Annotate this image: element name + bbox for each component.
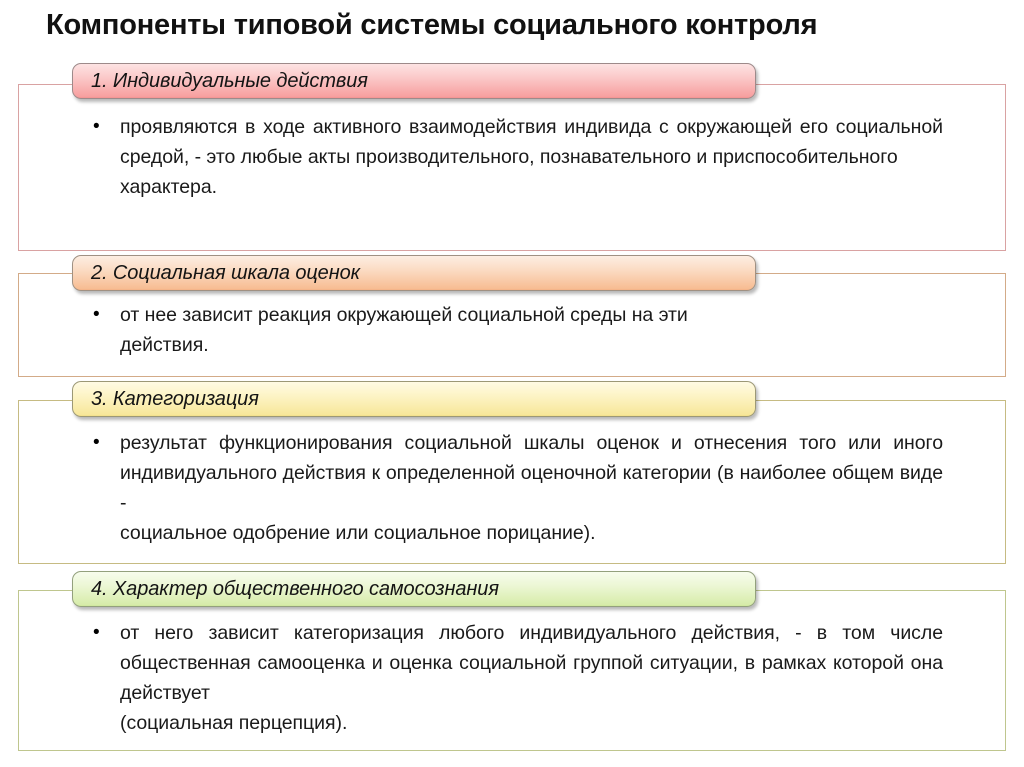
section-body-text-3: результат функционирования социальной шк… <box>120 432 943 514</box>
section-header-label-1: 1. Индивидуальные действия <box>91 69 368 92</box>
section-body-1: проявляются в ходе активного взаимодейст… <box>79 112 943 202</box>
section-body-4: от него зависит категоризация любого инд… <box>79 618 943 738</box>
section-body-3: результат функционирования социальной шк… <box>79 428 943 548</box>
section-header-pill-1[interactable]: 1. Индивидуальные действия <box>72 63 756 99</box>
section-body-text-2: от нее зависит реакция окружающей социал… <box>120 304 688 326</box>
section-body-last-line-3: социальное одобрение или социальное пори… <box>120 522 596 544</box>
section-body-last-line-4: (социальная перцепция). <box>120 712 348 734</box>
section-body-last-line-2: действия. <box>120 334 209 356</box>
section-body-last-line-1: характера. <box>120 176 217 198</box>
slide-canvas: Компоненты типовой системы социального к… <box>0 0 1024 767</box>
page-title: Компоненты типовой системы социального к… <box>46 9 818 41</box>
section-body-text-1: проявляются в ходе активного взаимодейст… <box>120 116 943 168</box>
section-header-pill-3[interactable]: 3. Категоризация <box>72 381 756 417</box>
section-header-label-3: 3. Категоризация <box>91 387 259 410</box>
section-header-label-2: 2. Социальная шкала оценок <box>91 261 360 284</box>
section-header-pill-2[interactable]: 2. Социальная шкала оценок <box>72 255 756 291</box>
section-header-pill-4[interactable]: 4. Характер общественного самосознания <box>72 571 756 607</box>
section-body-2: от нее зависит реакция окружающей социал… <box>79 300 943 360</box>
section-header-label-4: 4. Характер общественного самосознания <box>91 577 499 600</box>
section-body-text-4: от него зависит категоризация любого инд… <box>120 622 943 704</box>
